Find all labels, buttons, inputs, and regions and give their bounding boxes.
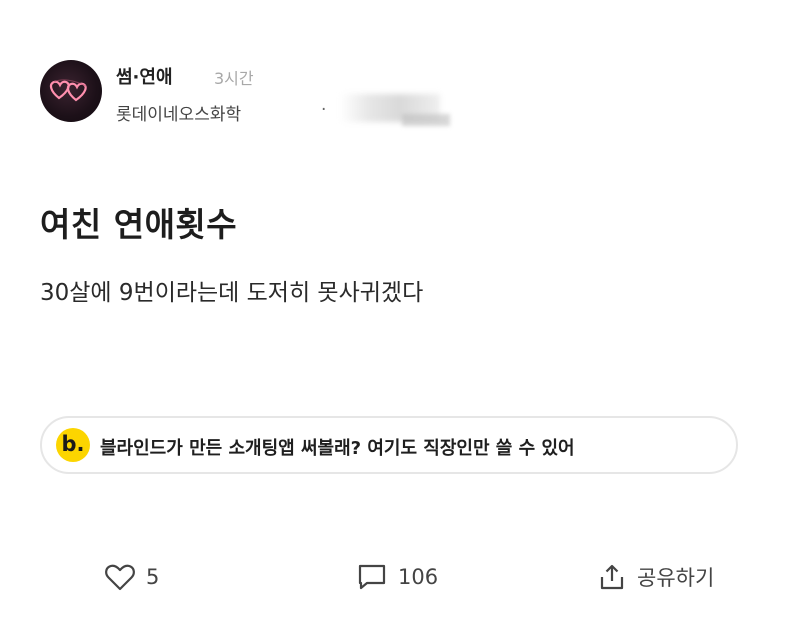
neon-hearts-icon xyxy=(49,79,87,102)
like-count: 5 xyxy=(146,565,160,589)
comment-button[interactable]: 106 xyxy=(356,555,438,599)
share-button[interactable]: 공유하기 xyxy=(597,555,714,599)
comment-count: 106 xyxy=(398,565,439,589)
blind-logo-icon: b. xyxy=(56,428,90,462)
ad-banner[interactable]: b. 블라인드가 만든 소개팅앱 써볼래? 여기도 직장인만 쓸 수 있어 xyxy=(40,416,738,474)
share-label: 공유하기 xyxy=(637,566,715,590)
comment-icon xyxy=(358,564,386,590)
avatar[interactable] xyxy=(40,60,102,122)
board-name[interactable]: 썸·연애 xyxy=(116,63,173,89)
share-icon xyxy=(600,564,624,590)
heart-icon xyxy=(105,564,135,591)
post-header: 썸·연애 3시간 롯데이네오스화학 · xyxy=(40,60,780,130)
post-title: 여친 연애횟수 xyxy=(40,205,238,244)
company-name[interactable]: 롯데이네오스화학 xyxy=(116,100,241,125)
post-actions: 5 106 공유하기 xyxy=(0,555,800,599)
post-body: 30살에 9번이라는데 도저히 못사귀겠다 xyxy=(40,280,424,306)
separator-dot: · xyxy=(321,100,327,120)
blurred-nickname-shadow xyxy=(402,114,450,126)
ad-text: 블라인드가 만든 소개팅앱 써볼래? 여기도 직장인만 쓸 수 있어 xyxy=(100,438,575,459)
like-button[interactable]: 5 xyxy=(104,555,159,599)
post-time: 3시간 xyxy=(214,69,254,88)
